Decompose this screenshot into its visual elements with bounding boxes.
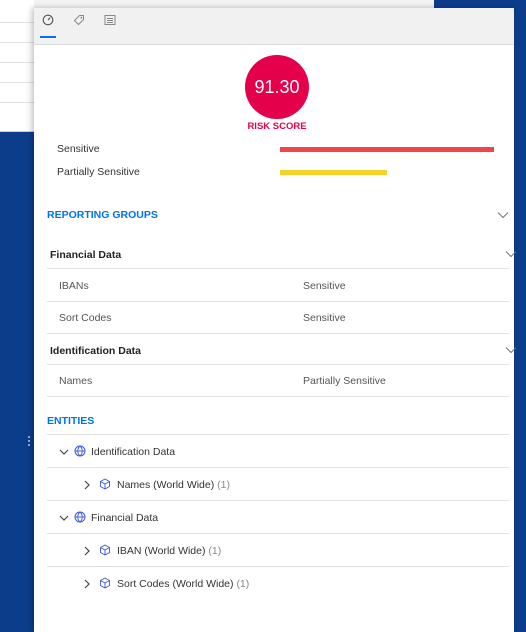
row-label: IBANs — [59, 280, 89, 292]
chevron-down-icon[interactable] — [505, 250, 517, 258]
chevron-right-icon[interactable] — [82, 579, 92, 589]
row-value: Partially Sensitive — [303, 375, 386, 387]
entities-title: ENTITIES — [47, 415, 95, 427]
tab-risk[interactable] — [40, 14, 56, 38]
group-title: Financial Data — [50, 249, 122, 261]
table-divider — [0, 22, 34, 23]
cube-icon — [100, 478, 110, 490]
tree-item[interactable]: IBAN (World Wide) (1) — [47, 534, 509, 567]
sensitivity-bar-fill — [280, 170, 387, 175]
table-row: IBANs Sensitive — [47, 270, 509, 302]
sensitivity-bar-label: Sensitive — [57, 143, 100, 155]
list-icon — [104, 15, 116, 25]
group-header-identification[interactable]: Identification Data — [47, 339, 517, 365]
sensitivity-bar-label: Partially Sensitive — [57, 166, 140, 178]
gauge-icon — [42, 14, 54, 26]
tree-item-count: (1) — [236, 578, 250, 590]
table-row: Names Partially Sensitive — [47, 365, 509, 397]
row-label: Sort Codes — [59, 312, 112, 324]
sensitivity-bar-track — [280, 147, 494, 152]
chevron-down-icon[interactable] — [59, 447, 69, 457]
tree-item-label: Financial Data — [91, 512, 159, 524]
panel-tab-bar — [34, 8, 514, 45]
reporting-groups-title: REPORTING GROUPS — [47, 209, 158, 221]
chevron-down-icon[interactable] — [59, 513, 69, 523]
group-title: Identification Data — [50, 345, 142, 357]
tree-item-label: Identification Data — [91, 446, 176, 458]
tree-item-label: Names (World Wide) (1) — [117, 479, 231, 491]
risk-score-label: RISK SCORE — [247, 121, 307, 132]
tree-item[interactable]: Names (World Wide) (1) — [47, 468, 509, 501]
row-value: Sensitive — [303, 312, 346, 324]
chevron-right-icon[interactable] — [82, 546, 92, 556]
sensitivity-bar-row: Sensitive — [57, 143, 497, 157]
tree-item[interactable]: Sort Codes (World Wide) (1) — [47, 567, 509, 600]
table-divider — [0, 42, 34, 43]
globe-icon — [74, 511, 86, 523]
sensitivity-bar-fill — [280, 147, 494, 152]
table-divider — [0, 82, 34, 83]
risk-details-panel: 91.30 RISK SCORE Sensitive Partially Sen… — [34, 8, 517, 632]
tree-item-count: (1) — [217, 479, 231, 491]
tag-icon — [73, 15, 84, 26]
cube-icon — [100, 544, 110, 556]
tree-item-count: (1) — [208, 545, 222, 557]
sensitivity-bar-track — [280, 170, 494, 175]
tab-details[interactable] — [102, 14, 118, 38]
tree-item-label: IBAN (World Wide) (1) — [117, 545, 222, 557]
table-row: Sort Codes Sensitive — [47, 302, 509, 334]
risk-score-badge: 91.30 — [245, 55, 309, 119]
tree-item[interactable]: Identification Data — [47, 435, 509, 468]
cube-icon — [100, 577, 110, 589]
globe-icon — [74, 445, 86, 457]
chevron-right-icon[interactable] — [82, 480, 92, 490]
tree-item[interactable]: Financial Data — [47, 501, 509, 534]
tree-item-label: Sort Codes (World Wide) (1) — [117, 578, 250, 590]
row-value: Sensitive — [303, 280, 346, 292]
sensitivity-bar-row: Partially Sensitive — [57, 166, 497, 180]
chevron-down-icon[interactable] — [505, 346, 517, 354]
row-label: Names — [59, 375, 93, 387]
resize-handle[interactable] — [28, 436, 31, 450]
group-header-financial[interactable]: Financial Data — [47, 243, 517, 269]
risk-score-value: 91.30 — [254, 76, 300, 97]
tab-tags[interactable] — [71, 14, 87, 38]
table-divider — [0, 102, 34, 103]
background-table — [0, 0, 34, 132]
chevron-down-icon[interactable] — [497, 211, 509, 219]
table-divider — [0, 62, 34, 63]
